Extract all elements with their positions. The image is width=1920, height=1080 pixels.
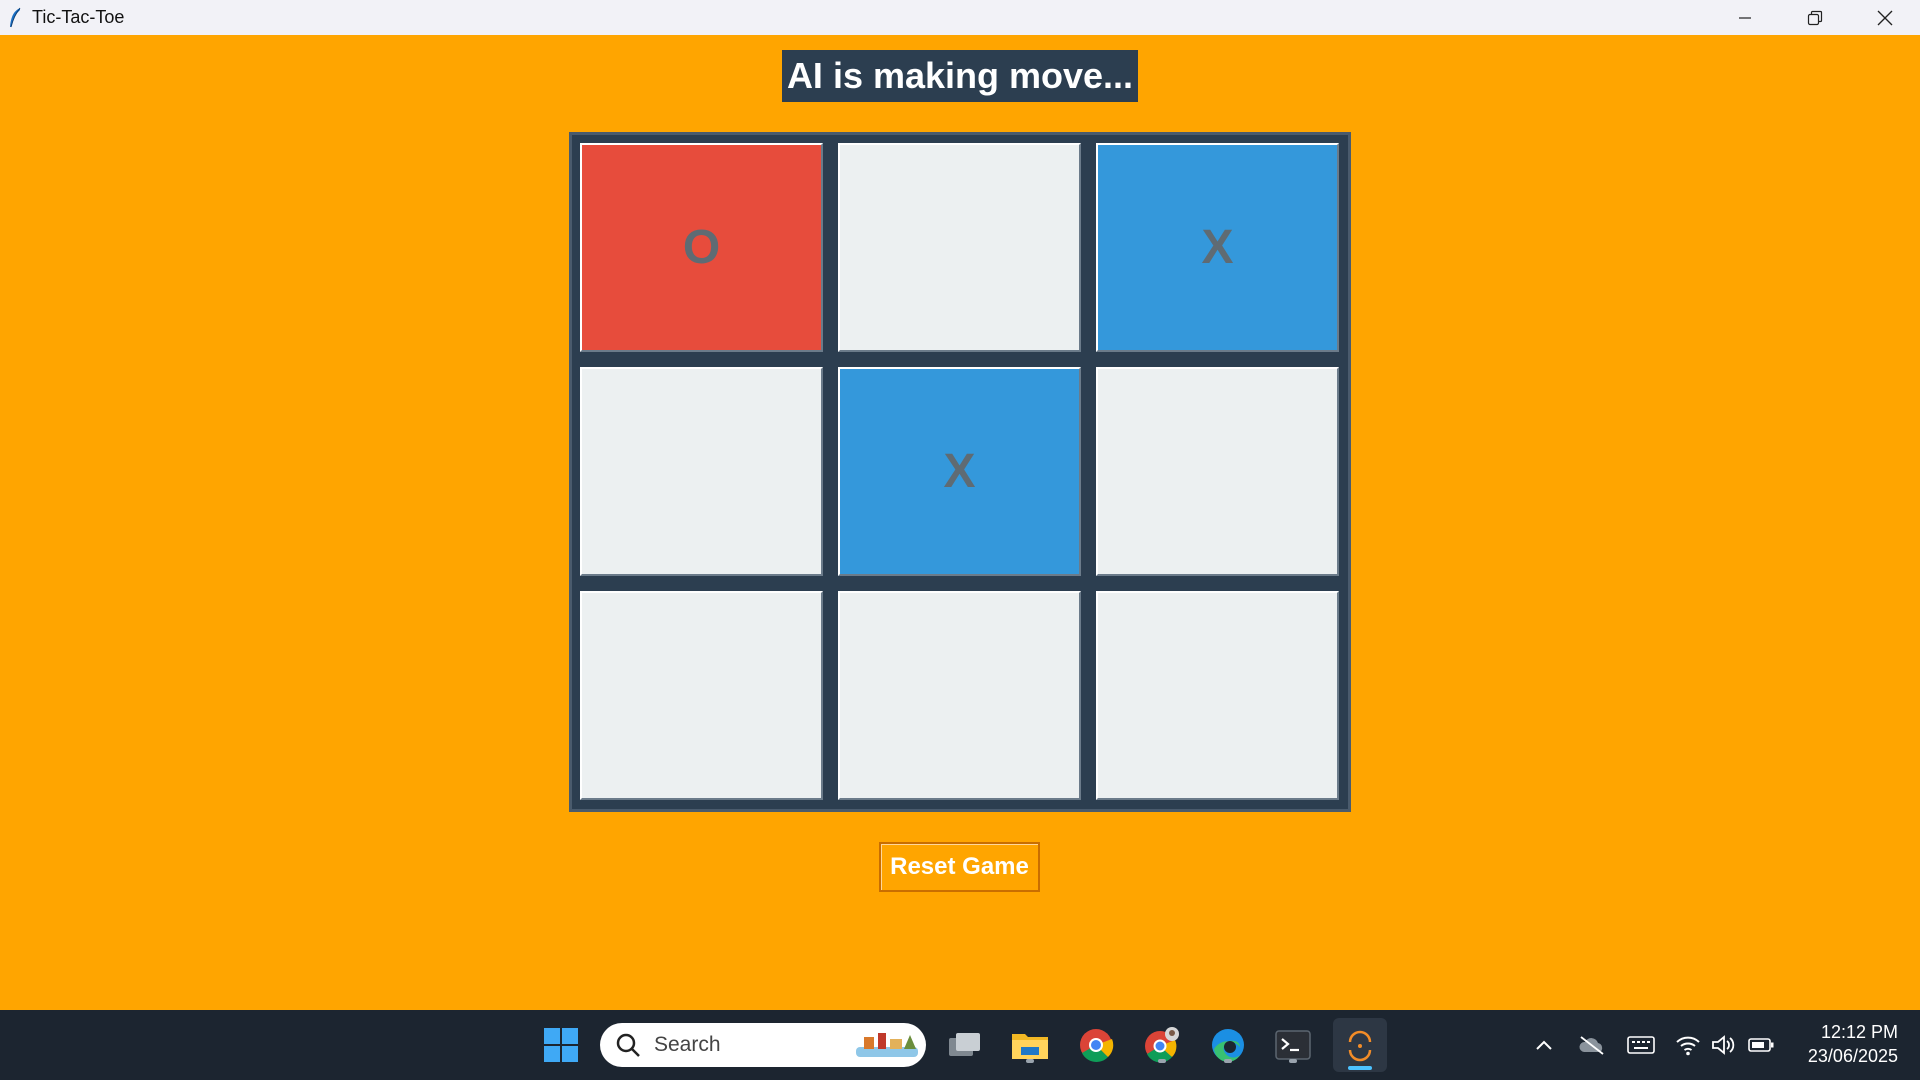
taskbar-clock[interactable]: 12:12 PM 23/06/2025: [1808, 1020, 1898, 1068]
board-cell[interactable]: [1096, 367, 1339, 576]
board-cell[interactable]: [838, 143, 1081, 352]
title-bar: Tic-Tac-Toe: [0, 0, 1920, 35]
edge-button[interactable]: [1205, 1023, 1251, 1067]
battery-icon: [1748, 1038, 1774, 1052]
clock-time: 12:12 PM: [1820, 1022, 1898, 1042]
wifi-icon: [1676, 1036, 1700, 1056]
board-cell[interactable]: [580, 367, 823, 576]
start-button[interactable]: [536, 1025, 586, 1065]
restore-button[interactable]: [1780, 0, 1850, 35]
running-indicator: [1224, 1059, 1232, 1063]
volume-icon: [1712, 1035, 1735, 1055]
window-title: Tic-Tac-Toe: [32, 7, 125, 27]
restore-icon: [1807, 10, 1823, 25]
volume-button[interactable]: [1708, 1030, 1740, 1060]
running-indicator: [1158, 1059, 1166, 1063]
feather-icon: [1348, 1030, 1372, 1062]
terminal-button[interactable]: [1270, 1023, 1316, 1067]
board-cell[interactable]: [580, 591, 823, 800]
active-indicator: [1348, 1066, 1372, 1070]
feather-icon: [8, 7, 22, 29]
chrome-icon: [1080, 1029, 1114, 1062]
cloud-off-icon: [1579, 1036, 1604, 1055]
onedrive-button[interactable]: [1576, 1030, 1608, 1060]
board-cell[interactable]: X: [1096, 143, 1339, 352]
minimize-icon: [1739, 16, 1751, 19]
game-board: O X X: [569, 132, 1351, 812]
board-cell[interactable]: X: [838, 367, 1081, 576]
clock-date: 23/06/2025: [1807, 1046, 1898, 1066]
terminal-icon: [1275, 1030, 1311, 1060]
board-cell[interactable]: [838, 591, 1081, 800]
game-window: AI is making move... O X X Reset Game: [0, 35, 1920, 1010]
battery-button[interactable]: [1745, 1030, 1777, 1060]
network-button[interactable]: [1672, 1030, 1704, 1060]
search-icon: [616, 1033, 640, 1057]
search-highlight-icon: [856, 1033, 918, 1057]
close-icon: [1877, 10, 1893, 25]
board-cell[interactable]: O: [580, 143, 823, 352]
board-cell[interactable]: [1096, 591, 1339, 800]
running-indicator: [1026, 1059, 1034, 1063]
taskbar: Search 12:12 PM 23/06/2025: [0, 1010, 1920, 1080]
close-button[interactable]: [1850, 0, 1920, 35]
minimize-button[interactable]: [1710, 0, 1780, 35]
task-view-button[interactable]: [942, 1023, 988, 1067]
chrome-button[interactable]: [1073, 1023, 1119, 1067]
keyboard-icon: [1627, 1036, 1655, 1054]
tictactoe-app-button[interactable]: [1333, 1018, 1387, 1072]
show-hidden-icons-button[interactable]: [1528, 1030, 1560, 1060]
running-indicator: [1289, 1059, 1297, 1063]
edge-icon: [1212, 1029, 1244, 1062]
windows-icon: [544, 1028, 578, 1062]
task-view-icon: [949, 1033, 980, 1056]
window-controls: [1710, 0, 1920, 35]
search-placeholder: Search: [654, 1033, 721, 1056]
folder-icon: [1012, 1034, 1048, 1059]
status-label: AI is making move...: [782, 50, 1138, 102]
reset-game-button[interactable]: Reset Game: [879, 842, 1040, 892]
chrome-profile-button[interactable]: [1139, 1023, 1185, 1067]
chevron-up-icon: [1536, 1040, 1552, 1050]
keyboard-button[interactable]: [1624, 1030, 1658, 1060]
taskbar-search[interactable]: Search: [600, 1023, 926, 1067]
file-explorer-button[interactable]: [1007, 1023, 1053, 1067]
